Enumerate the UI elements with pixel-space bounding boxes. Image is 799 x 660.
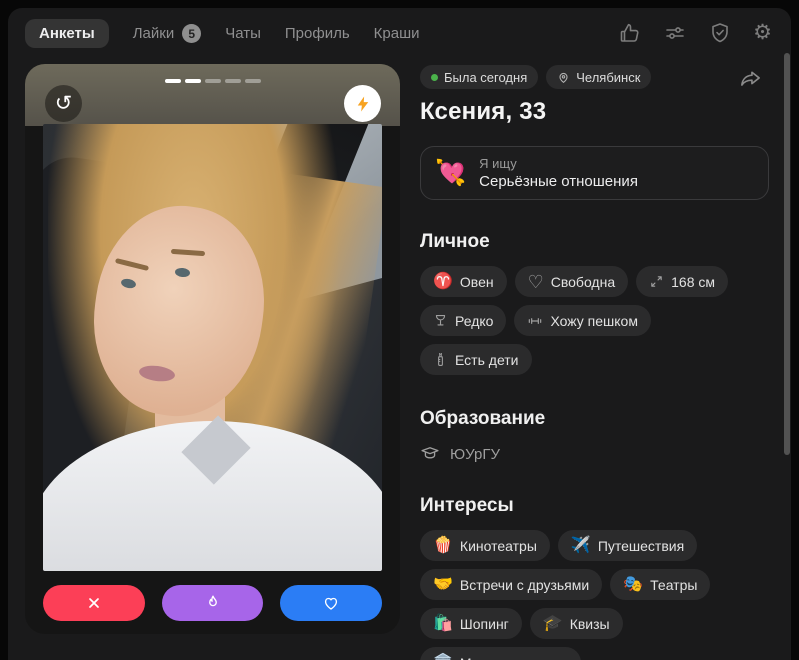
- chip-interest[interactable]: 🎓 Квизы: [529, 608, 623, 639]
- online-dot-icon: [431, 73, 438, 81]
- carousel-segment: [224, 79, 241, 83]
- photo-carousel-segments: [25, 79, 400, 83]
- interest-chips: 🍿 Кинотеатры ✈️ Путешествия 🤝 Встречи с дру…: [420, 530, 750, 660]
- section-title-personal: Личное: [420, 231, 490, 252]
- photo-blur-band: [25, 64, 400, 126]
- status-badges: Была сегодня Челябинск: [420, 65, 776, 89]
- chip-sport[interactable]: Хожу пешком: [514, 305, 651, 336]
- chip-interest[interactable]: 🛍️ Шопинг: [420, 608, 522, 639]
- scrollbar-thumb[interactable]: [784, 53, 790, 455]
- tab-label: Чаты: [225, 25, 261, 42]
- chip-height[interactable]: 168 см: [636, 266, 728, 297]
- superlike-button[interactable]: [161, 585, 264, 621]
- chip-interest[interactable]: 🎭 Театры: [610, 569, 711, 600]
- heart-with-arrow-emoji: 💘: [435, 158, 467, 187]
- dislike-button[interactable]: [43, 585, 145, 621]
- profile-name-age: Ксения, 33: [420, 98, 547, 125]
- popcorn-emoji: 🍿: [433, 536, 453, 554]
- tab-chats[interactable]: Чаты: [225, 25, 261, 42]
- boost-button[interactable]: [344, 85, 381, 122]
- chip-interest[interactable]: ✈️ Путешествия: [557, 530, 698, 561]
- height-arrows-icon: [649, 274, 664, 289]
- like-button[interactable]: [280, 585, 383, 621]
- dumbbell-icon: [527, 313, 543, 329]
- filters-icon[interactable]: [663, 21, 687, 45]
- flame-icon: [204, 594, 222, 612]
- city-text: Челябинск: [576, 69, 641, 85]
- profile-photo-card: ↺: [25, 64, 400, 634]
- likes-count-badge: 5: [182, 24, 202, 43]
- theater-masks-emoji: 🎭: [623, 575, 644, 593]
- section-title-education: Образование: [420, 408, 546, 429]
- baby-bottle-icon: [433, 352, 448, 367]
- swipe-actions: [43, 585, 383, 621]
- seeking-label: Я ищу: [479, 156, 517, 171]
- tab-label: Профиль: [284, 25, 350, 42]
- chip-children[interactable]: Есть дети: [420, 344, 532, 375]
- rewind-icon: ↺: [54, 92, 73, 115]
- tab-label: Анкеты: [39, 25, 95, 42]
- settings-gear-icon[interactable]: ⚙: [753, 21, 772, 45]
- education-row: ЮУрГУ: [420, 444, 776, 464]
- status-text: Была сегодня: [444, 69, 528, 85]
- safety-shield-icon[interactable]: [708, 21, 732, 45]
- profile-info-column: Была сегодня Челябинск Ксения, 33 💘 Я ищ…: [420, 65, 776, 660]
- top-right-toolbar: ⚙: [618, 21, 772, 45]
- thumbs-up-icon[interactable]: [618, 21, 642, 45]
- personal-chips: ♈ Овен ♡ Свободна 168 см Редко Хожу пешк…: [420, 266, 750, 375]
- tab-profile[interactable]: Профиль: [285, 25, 350, 42]
- tab-label: Лайки: [132, 25, 175, 42]
- tab-crushes[interactable]: Краши: [374, 25, 420, 42]
- chip-interest[interactable]: 🤝 Встречи с друзьями: [420, 569, 603, 600]
- x-cross-icon: [86, 595, 102, 611]
- carousel-segment: [244, 79, 261, 83]
- profile-photo[interactable]: [43, 124, 382, 571]
- aries-icon: ♈: [433, 272, 453, 290]
- top-navigation: Анкеты Лайки 5 Чаты Профиль Краши: [25, 19, 420, 48]
- shopping-bags-emoji: 🛍️: [433, 614, 453, 632]
- seeking-card[interactable]: 💘 Я ищу Серьёзные отношения: [420, 146, 769, 200]
- chip-interest[interactable]: 🏛️Музеи и галереи: [420, 647, 582, 660]
- dating-app-window: Анкеты Лайки 5 Чаты Профиль Краши ⚙ ↺ Бы…: [0, 0, 799, 660]
- carousel-segment: [164, 79, 181, 83]
- online-status-badge: Была сегодня: [420, 65, 539, 89]
- graduation-cap-icon: [420, 444, 440, 464]
- section-title-interests: Интересы: [420, 495, 514, 516]
- tab-ankety[interactable]: Анкеты: [25, 19, 109, 48]
- university-name: ЮУрГУ: [450, 445, 501, 463]
- location-pin-icon: [557, 71, 570, 84]
- rewind-button[interactable]: ↺: [45, 85, 82, 122]
- carousel-segment: [184, 79, 201, 83]
- classical-building-emoji: 🏛️: [433, 654, 453, 660]
- airplane-emoji: ✈️: [570, 536, 591, 554]
- heart-icon: [322, 594, 340, 612]
- heart-outline-icon: ♡: [527, 271, 544, 292]
- chip-relationship-status[interactable]: ♡ Свободна: [514, 266, 629, 297]
- chip-interest[interactable]: 🍿 Кинотеатры: [420, 530, 550, 561]
- lightning-bolt-icon: [354, 95, 372, 113]
- share-icon[interactable]: [739, 67, 762, 90]
- carousel-segment: [204, 79, 221, 83]
- chip-zodiac[interactable]: ♈ Овен: [420, 266, 507, 297]
- seeking-value: Серьёзные отношения: [479, 173, 638, 190]
- tab-label: Краши: [373, 25, 420, 42]
- wine-glass-icon: [433, 313, 448, 328]
- chip-alcohol[interactable]: Редко: [420, 305, 507, 336]
- handshake-emoji: 🤝: [433, 575, 453, 593]
- city-badge: Челябинск: [546, 65, 652, 89]
- tab-likes[interactable]: Лайки 5: [133, 24, 202, 43]
- graduation-cap-emoji: 🎓: [542, 614, 563, 632]
